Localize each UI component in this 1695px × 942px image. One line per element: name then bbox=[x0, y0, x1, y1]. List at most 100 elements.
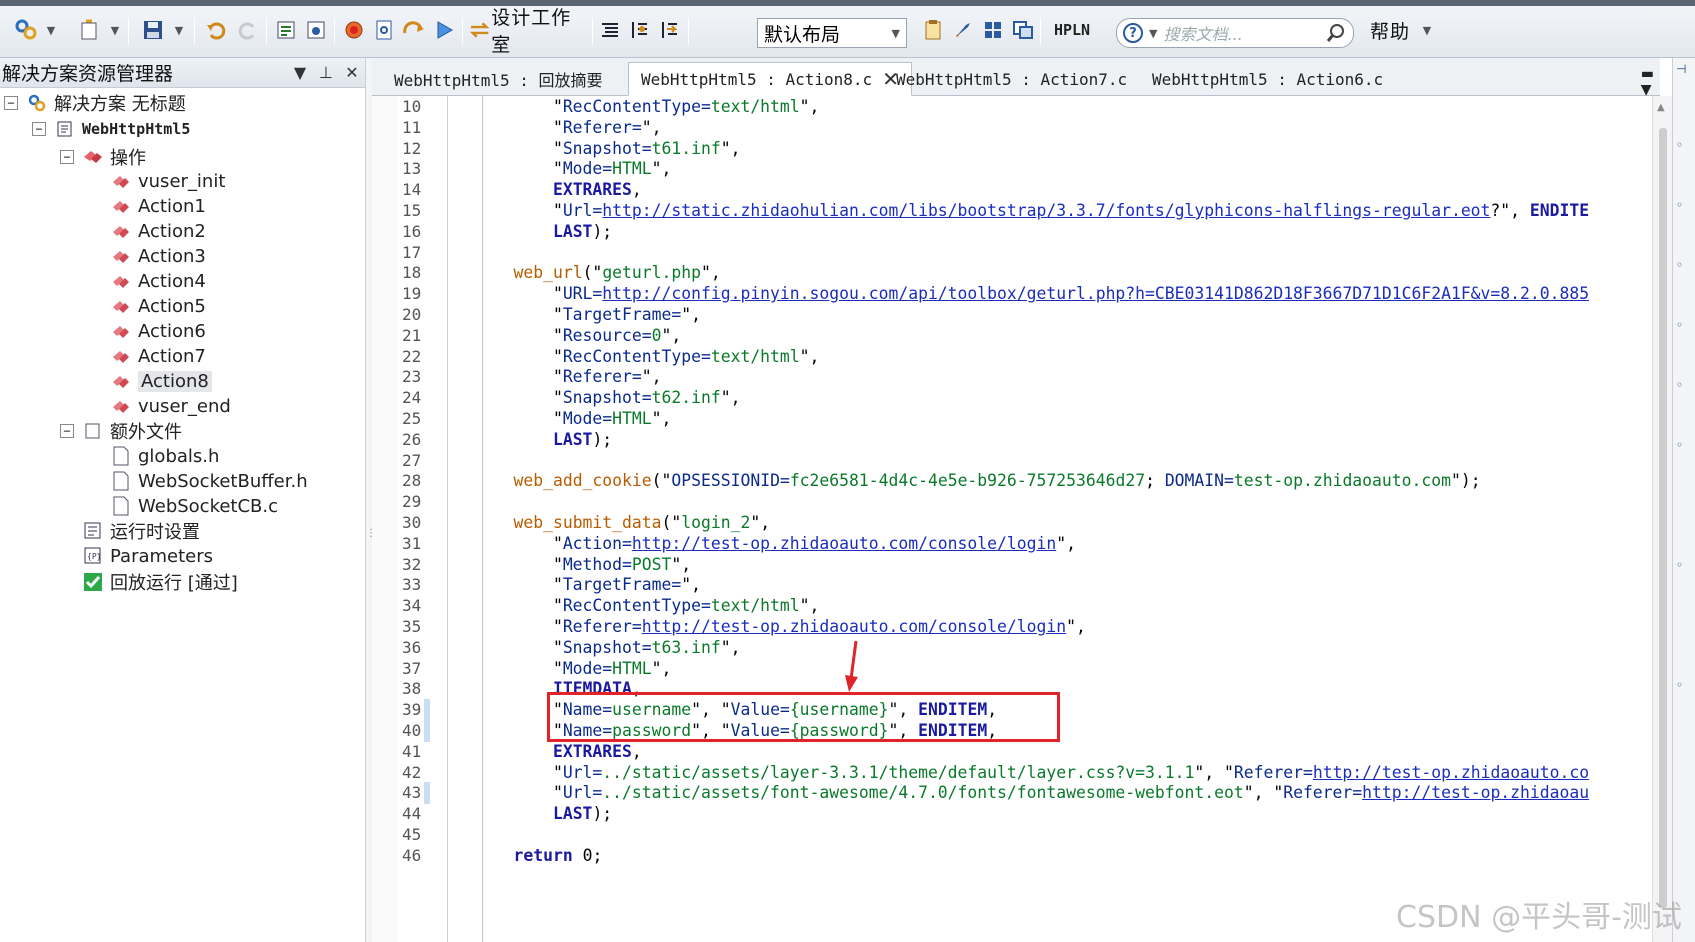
grid-view-button[interactable] bbox=[980, 16, 1006, 44]
code-line[interactable]: "RecContentType=text/html", bbox=[474, 346, 819, 368]
indent-button[interactable] bbox=[596, 16, 624, 44]
add-dropdown-arrow[interactable]: ▼ bbox=[108, 16, 122, 44]
search-icon[interactable] bbox=[1325, 22, 1347, 44]
tree-action-item[interactable]: Action7 bbox=[110, 343, 206, 369]
tab-action7[interactable]: WebHttpHtml5 : Action7.c bbox=[884, 62, 1139, 96]
undo-button[interactable] bbox=[202, 16, 230, 44]
tree-extra-file-item[interactable]: globals.h bbox=[110, 443, 219, 469]
window-layout-button[interactable] bbox=[1010, 16, 1036, 44]
tree-action-item[interactable]: Action3 bbox=[110, 243, 206, 269]
collapse-toggle[interactable]: − bbox=[60, 424, 74, 438]
code-line[interactable]: "RecContentType=text/html", bbox=[474, 595, 819, 617]
code-line[interactable]: EXTRARES, bbox=[474, 741, 642, 763]
code-line[interactable]: "Resource=0", bbox=[474, 325, 681, 347]
tree-action-item[interactable]: Action6 bbox=[110, 318, 206, 344]
code-line[interactable]: "Mode=HTML", bbox=[474, 408, 671, 430]
record-settings-button[interactable] bbox=[370, 16, 398, 44]
design-studio-button[interactable]: 设计工作室 bbox=[468, 7, 588, 56]
tree-script[interactable]: − WebHttpHtml5 bbox=[32, 116, 190, 142]
hpln-button[interactable]: HPLN bbox=[1046, 16, 1098, 44]
snapshot-button[interactable] bbox=[950, 16, 976, 44]
code-line[interactable]: "Mode=HTML", bbox=[474, 658, 671, 680]
tree-action-item[interactable]: vuser_init bbox=[110, 168, 225, 194]
code-line[interactable]: "Snapshot=t63.inf", bbox=[474, 637, 741, 659]
collapse-toggle[interactable]: − bbox=[60, 150, 74, 164]
code-line[interactable]: "Referer=http://test-op.zhidaoauto.com/c… bbox=[474, 616, 1086, 638]
runtime-settings-button[interactable] bbox=[302, 16, 330, 44]
tree-action-item[interactable]: Action8 bbox=[110, 368, 212, 394]
tree-action-item[interactable]: vuser_end bbox=[110, 393, 231, 419]
tree-parameters[interactable]: {P} Parameters bbox=[82, 543, 213, 569]
code-line[interactable]: "Url=../static/assets/layer-3.3.1/theme/… bbox=[474, 762, 1589, 784]
scroll-up-arrow[interactable]: ▲ bbox=[1657, 102, 1665, 113]
code-line[interactable]: "Referer=", bbox=[474, 117, 662, 139]
tree-extra-files[interactable]: − 额外文件 bbox=[60, 418, 182, 444]
record-button[interactable] bbox=[340, 16, 368, 44]
code-line[interactable]: return 0; bbox=[474, 845, 602, 867]
code-line[interactable]: web_add_cookie("OPSESSIONID=fc2e6581-4d4… bbox=[474, 470, 1480, 492]
dock-tab-icon[interactable]: ◦ bbox=[1676, 378, 1683, 392]
code-line[interactable]: LAST); bbox=[474, 221, 612, 243]
code-line[interactable]: LAST); bbox=[474, 803, 612, 825]
code-line[interactable]: web_url("geturl.php", bbox=[474, 262, 720, 284]
search-scope-arrow[interactable]: ▼ bbox=[1149, 27, 1157, 40]
help-menu[interactable]: 帮助 bbox=[1364, 16, 1416, 44]
code-line[interactable]: "URL=http://config.pinyin.sogou.com/api/… bbox=[474, 283, 1589, 305]
dock-tab-icon[interactable]: ◦ bbox=[1676, 438, 1683, 452]
save-button[interactable] bbox=[138, 16, 168, 44]
code-line[interactable]: "Action=http://test-op.zhidaoauto.com/co… bbox=[474, 533, 1076, 555]
code-line[interactable]: "Mode=HTML", bbox=[474, 158, 671, 180]
tree-actions-group[interactable]: − 操作 bbox=[60, 144, 146, 170]
code-line[interactable]: EXTRARES, bbox=[474, 179, 642, 201]
save-dropdown-arrow[interactable]: ▼ bbox=[172, 16, 186, 44]
scrollbar-thumb[interactable] bbox=[1659, 128, 1667, 908]
toggle-bookmark-button[interactable] bbox=[626, 16, 654, 44]
tree-extra-file-item[interactable]: WebSocketCB.c bbox=[110, 493, 278, 519]
dock-tab-icon[interactable]: ⊣ bbox=[1676, 62, 1686, 76]
code-line[interactable]: "Url=http://static.zhidaohulian.com/libs… bbox=[474, 200, 1589, 222]
clipboard-button[interactable] bbox=[920, 16, 946, 44]
tab-action8[interactable]: WebHttpHtml5 : Action8.c ✕ bbox=[628, 62, 912, 96]
close-icon[interactable]: ✕ bbox=[339, 63, 365, 82]
dock-tab-icon[interactable]: ◦ bbox=[1676, 318, 1683, 332]
layout-select[interactable]: 默认布局 ▼ bbox=[757, 18, 907, 48]
code-line[interactable]: "Snapshot=t61.inf", bbox=[474, 138, 741, 160]
code-line[interactable]: web_submit_data("login_2", bbox=[474, 512, 770, 534]
tree-runtime-settings[interactable]: 运行时设置 bbox=[82, 518, 200, 544]
compile-button[interactable] bbox=[272, 16, 300, 44]
tree-action-item[interactable]: Action5 bbox=[110, 293, 206, 319]
new-dropdown-arrow[interactable]: ▼ bbox=[44, 16, 58, 44]
help-dropdown-arrow[interactable]: ▼ bbox=[1420, 16, 1434, 44]
code-line[interactable]: "Url=../static/assets/font-awesome/4.7.0… bbox=[474, 782, 1589, 804]
code-area[interactable]: "RecContentType=text/html", "Referer=", … bbox=[474, 96, 1644, 942]
code-line[interactable]: "RecContentType=text/html", bbox=[474, 96, 819, 118]
tree-action-item[interactable]: Action4 bbox=[110, 268, 206, 294]
code-line[interactable]: "TargetFrame=", bbox=[474, 304, 701, 326]
tree-solution[interactable]: − 解决方案 无标题 bbox=[4, 90, 186, 116]
dock-tab-icon[interactable]: ◦ bbox=[1676, 678, 1683, 692]
code-line[interactable]: "Referer=", bbox=[474, 366, 662, 388]
code-editor[interactable]: 10 11 12 13 14 15 16 17 18 19 20 21 22 23 24 25 26 27 28 29… bbox=[372, 96, 1652, 942]
next-bookmark-button[interactable] bbox=[656, 16, 684, 44]
dock-tab-icon[interactable]: ◦ bbox=[1676, 138, 1683, 152]
collapse-toggle[interactable]: − bbox=[4, 96, 18, 110]
collapse-toggle[interactable]: − bbox=[32, 122, 46, 136]
tree-action-item[interactable]: Action1 bbox=[110, 193, 206, 219]
dock-tab-icon[interactable]: ◦ bbox=[1676, 258, 1683, 272]
tree-action-item[interactable]: Action2 bbox=[110, 218, 206, 244]
tab-replay-summary[interactable]: WebHttpHtml5 : 回放摘要 bbox=[382, 62, 615, 96]
vertical-scrollbar[interactable]: ▲ bbox=[1652, 96, 1672, 942]
code-line[interactable]: "Method=POST", bbox=[474, 554, 691, 576]
new-script-button[interactable] bbox=[8, 16, 44, 44]
panel-menu-arrow[interactable]: ▼ bbox=[287, 63, 313, 82]
tree-replay-run[interactable]: 回放运行 [通过] bbox=[82, 569, 238, 595]
redo-button[interactable] bbox=[234, 16, 262, 44]
dock-tab-icon[interactable]: ◦ bbox=[1676, 198, 1683, 212]
code-line[interactable]: LAST); bbox=[474, 429, 612, 451]
add-script-button[interactable] bbox=[74, 16, 104, 44]
dock-tab-icon[interactable]: ◦ bbox=[1676, 558, 1683, 572]
code-line[interactable]: "Snapshot=t62.inf", bbox=[474, 387, 741, 409]
tree-extra-file-item[interactable]: WebSocketBuffer.h bbox=[110, 468, 308, 494]
code-line[interactable]: "TargetFrame=", bbox=[474, 574, 701, 596]
tab-overflow-icon[interactable]: ▬ ▼ bbox=[1641, 66, 1654, 98]
